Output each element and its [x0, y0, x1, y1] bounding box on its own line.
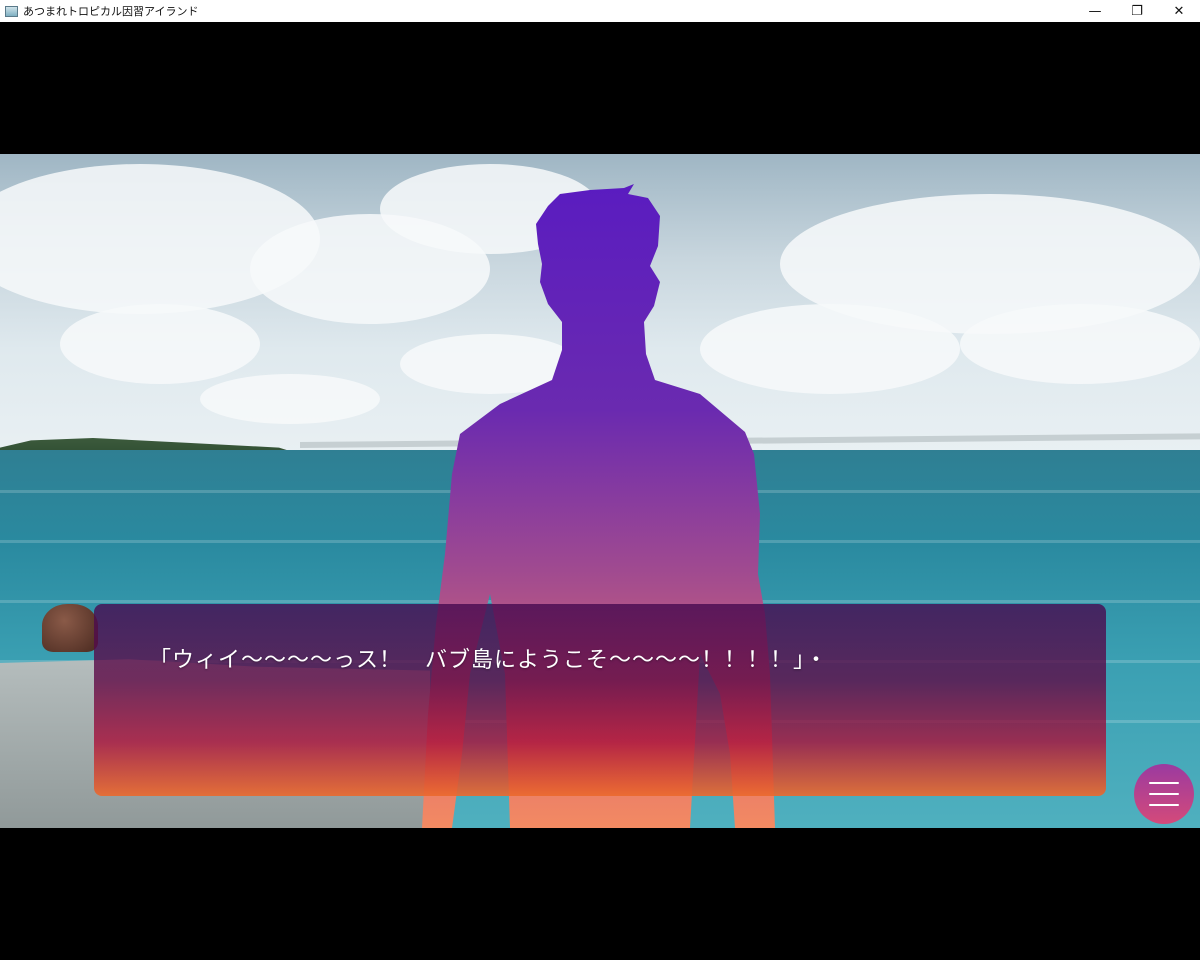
game-viewport[interactable]: 「ウィイ〜〜〜〜っス！ バブ島にようこそ〜〜〜〜！！！！」・ — [0, 22, 1200, 960]
window-title-bar: あつまれトロピカル因習アイランド — ❐ ✕ — [0, 0, 1200, 23]
window-controls: — ❐ ✕ — [1074, 0, 1200, 22]
minimize-button[interactable]: — — [1074, 0, 1116, 22]
maximize-button[interactable]: ❐ — [1116, 0, 1158, 22]
app-icon — [5, 5, 18, 17]
close-button[interactable]: ✕ — [1158, 0, 1200, 22]
dialogue-box[interactable]: 「ウィイ〜〜〜〜っス！ バブ島にようこそ〜〜〜〜！！！！」・ — [94, 604, 1106, 796]
dialogue-text: 「ウィイ〜〜〜〜っス！ バブ島にようこそ〜〜〜〜！！！！」・ — [149, 648, 829, 673]
menu-button[interactable] — [1134, 764, 1194, 824]
window-title: あつまれトロピカル因習アイランド — [23, 5, 199, 18]
hamburger-menu-icon — [1149, 782, 1179, 806]
scene[interactable]: 「ウィイ〜〜〜〜っス！ バブ島にようこそ〜〜〜〜！！！！」・ — [0, 154, 1200, 828]
